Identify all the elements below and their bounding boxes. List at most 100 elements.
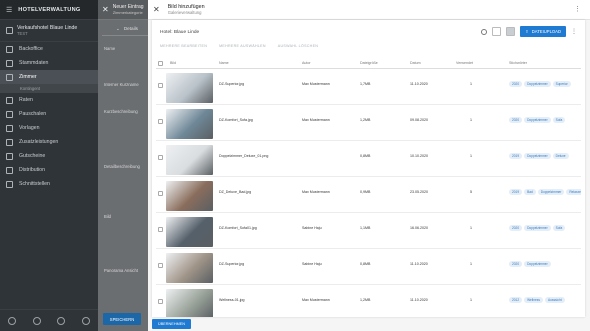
table-row[interactable]: DZ-Komfort_Sofa01.jpg Sabine Haju 1,1MB 16.… xyxy=(156,213,581,249)
keyword-tag[interactable]: Doppelzimmer xyxy=(524,81,551,87)
cell-size: 1,2MB xyxy=(360,298,371,302)
gallery-toolbar: ⇪ DATEIUPLOAD ⋮ xyxy=(481,26,577,37)
extras-icon xyxy=(6,138,13,146)
row-checkbox[interactable] xyxy=(158,227,163,232)
col-name: Name xyxy=(219,61,229,65)
menu-icon[interactable]: ☰ xyxy=(6,6,12,14)
keyword-tags: 2020 Doppelzimmer Sofa xyxy=(509,117,581,123)
sidebar-item-vorlagen[interactable]: Vorlagen xyxy=(0,121,98,135)
sidebar-item-stammdaten[interactable]: Stammdaten xyxy=(0,56,98,70)
close-icon[interactable]: ✕ xyxy=(153,5,160,14)
sidebar-item-pauschalen[interactable]: Pauschalen xyxy=(0,107,98,121)
keyword-tags: 2012 Wellness Ausssicht xyxy=(509,297,581,303)
keyword-tag[interactable]: 2019 xyxy=(509,189,523,195)
sidebar-item-label: Zimmer xyxy=(19,74,37,80)
cell-date: 16.06.2020 xyxy=(410,226,428,230)
keyword-tag[interactable]: Superior xyxy=(552,81,571,87)
sidebar-item-raten[interactable]: Raten xyxy=(0,93,98,107)
logout-icon[interactable] xyxy=(81,316,90,325)
table-row[interactable]: DZ-Superior.jpg Max Mustermann 1,7MB 11.10.… xyxy=(156,69,581,105)
more-options-icon[interactable]: ⋮ xyxy=(574,5,581,13)
search-icon[interactable] xyxy=(481,28,488,35)
keyword-tags: 2020 Doppelzimmer xyxy=(509,261,581,267)
keyword-tag[interactable]: Sofa xyxy=(552,117,566,123)
image-thumbnail[interactable] xyxy=(166,109,213,139)
upload-button[interactable]: ⇪ DATEIUPLOAD xyxy=(520,26,566,37)
image-thumbnail[interactable] xyxy=(166,181,213,211)
table-row[interactable]: DZ_Deluxe_Bad.jpg Max Mustermann 0,9MB 23.0… xyxy=(156,177,581,213)
keyword-tag[interactable]: 2020 xyxy=(509,81,523,87)
keyword-tag[interactable]: 2019 xyxy=(509,153,523,159)
grid-view-icon[interactable] xyxy=(492,27,502,36)
col-size: Dateigröße xyxy=(360,61,378,65)
keyword-tag[interactable]: 2020 xyxy=(509,117,523,123)
help-icon[interactable] xyxy=(57,316,66,325)
keyword-tag[interactable]: 2012 xyxy=(509,297,523,303)
row-checkbox[interactable] xyxy=(158,119,163,124)
table-row[interactable]: DZ-Superior.jpg Sabine Haju 0,8MB 11.10.202… xyxy=(156,249,581,285)
sidebar-subitem-kontingent[interactable]: Kontingent xyxy=(0,84,98,93)
database-icon xyxy=(6,59,13,67)
sidebar-item-label: Pauschalen xyxy=(19,111,47,117)
keyword-tag[interactable]: Deluxe xyxy=(552,153,569,159)
save-button[interactable]: SPEICHERN xyxy=(103,313,141,325)
sidebar-item-distribution[interactable]: Distribution xyxy=(0,163,98,177)
apply-button[interactable]: ÜBERNEHMEN xyxy=(152,319,192,329)
bell-icon[interactable] xyxy=(32,316,41,325)
sidebar-item-label: Backoffice xyxy=(19,46,43,52)
sidebar-item-gutscheine[interactable]: Gutscheine xyxy=(0,149,98,163)
select-multiple-action[interactable]: MEHRERE AUSWÄHLEN xyxy=(219,44,266,48)
image-thumbnail[interactable] xyxy=(166,217,213,247)
sidebar-item-backoffice[interactable]: Backoffice xyxy=(0,42,98,56)
keyword-tag[interactable]: 2020 xyxy=(509,261,523,267)
keyword-tags: 2019 Doppelzimmer Deluxe xyxy=(509,153,581,159)
table-row[interactable]: Wellness-01.jpg Max Mustermann 1,2MB 11.10.… xyxy=(156,285,581,317)
row-checkbox[interactable] xyxy=(158,155,163,160)
keyword-tag[interactable]: Doppelzimmer xyxy=(524,261,551,267)
image-thumbnail[interactable] xyxy=(166,145,213,175)
keyword-tag[interactable]: Relaxzeit xyxy=(566,189,581,195)
details-section[interactable]: ⌄ Details xyxy=(102,22,148,36)
list-view-icon[interactable] xyxy=(506,27,516,36)
hotel-selector[interactable]: Verkaufshotel Blaue Linde TEST xyxy=(0,20,98,42)
image-thumbnail[interactable] xyxy=(166,253,213,283)
sidebar-item-label: Raten xyxy=(19,97,33,103)
edit-multiple-action[interactable]: MEHRERE BEARBEITEN xyxy=(160,44,207,48)
keyword-tag[interactable]: Doppelzimmer xyxy=(537,189,565,195)
cell-date: 11.10.2020 xyxy=(410,298,428,302)
keyword-tag[interactable]: Sofa xyxy=(552,225,566,231)
keyword-tag[interactable]: Wellness xyxy=(524,297,543,303)
user-icon[interactable] xyxy=(8,316,17,325)
row-checkbox[interactable] xyxy=(158,83,163,88)
table-row[interactable]: DZ-Komfort_Sofa.jpg Max Mustermann 1,2MB 09… xyxy=(156,105,581,141)
image-thumbnail[interactable] xyxy=(166,73,213,103)
row-checkbox[interactable] xyxy=(158,263,163,268)
col-date: Datum xyxy=(410,61,421,65)
row-checkbox[interactable] xyxy=(158,299,163,304)
sidebar-item-zimmer[interactable]: Zimmer xyxy=(0,70,98,84)
keyword-tag[interactable]: Ausssicht xyxy=(544,297,565,303)
cell-author: Sabine Haju xyxy=(302,226,322,230)
bulk-actions: MEHRERE BEARBEITEN MEHRERE AUSWÄHLEN AUS… xyxy=(160,44,318,48)
keyword-tag[interactable]: 2020 xyxy=(509,225,523,231)
close-icon[interactable]: ✕ xyxy=(102,5,109,14)
voucher-icon xyxy=(6,152,13,160)
cell-author: Sabine Haju xyxy=(302,262,322,266)
keyword-tag[interactable]: Doppelzimmer xyxy=(524,225,551,231)
add-image-modal: ✕ Bild hinzufügen Galerieverwaltung ⋮ Ho… xyxy=(148,0,590,331)
sidebar-item-zusatzleistungen[interactable]: Zusatzleistungen xyxy=(0,135,98,149)
row-checkbox[interactable] xyxy=(158,191,163,196)
table-row[interactable]: Doppelzimmer_Deluxe_01.png 0,8MB 10.10.202… xyxy=(156,141,581,177)
rates-icon xyxy=(6,96,13,104)
delete-selection-action[interactable]: AUSWAHL LÖSCHEN xyxy=(278,44,318,48)
image-thumbnail[interactable] xyxy=(166,289,213,317)
keyword-tag[interactable]: Doppelzimmer xyxy=(524,153,551,159)
cell-author: Max Mustermann xyxy=(302,190,330,194)
keyword-tag[interactable]: Bad xyxy=(524,189,536,195)
select-all-checkbox[interactable] xyxy=(158,61,163,66)
keyword-tag[interactable]: Doppelzimmer xyxy=(524,117,551,123)
sidebar-item-schnittstellen[interactable]: Schnittstellen xyxy=(0,177,98,191)
cell-used: 5 xyxy=(470,190,472,194)
sidebar-item-label: Distribution xyxy=(19,167,45,173)
more-options-icon[interactable]: ⋮ xyxy=(571,28,577,35)
